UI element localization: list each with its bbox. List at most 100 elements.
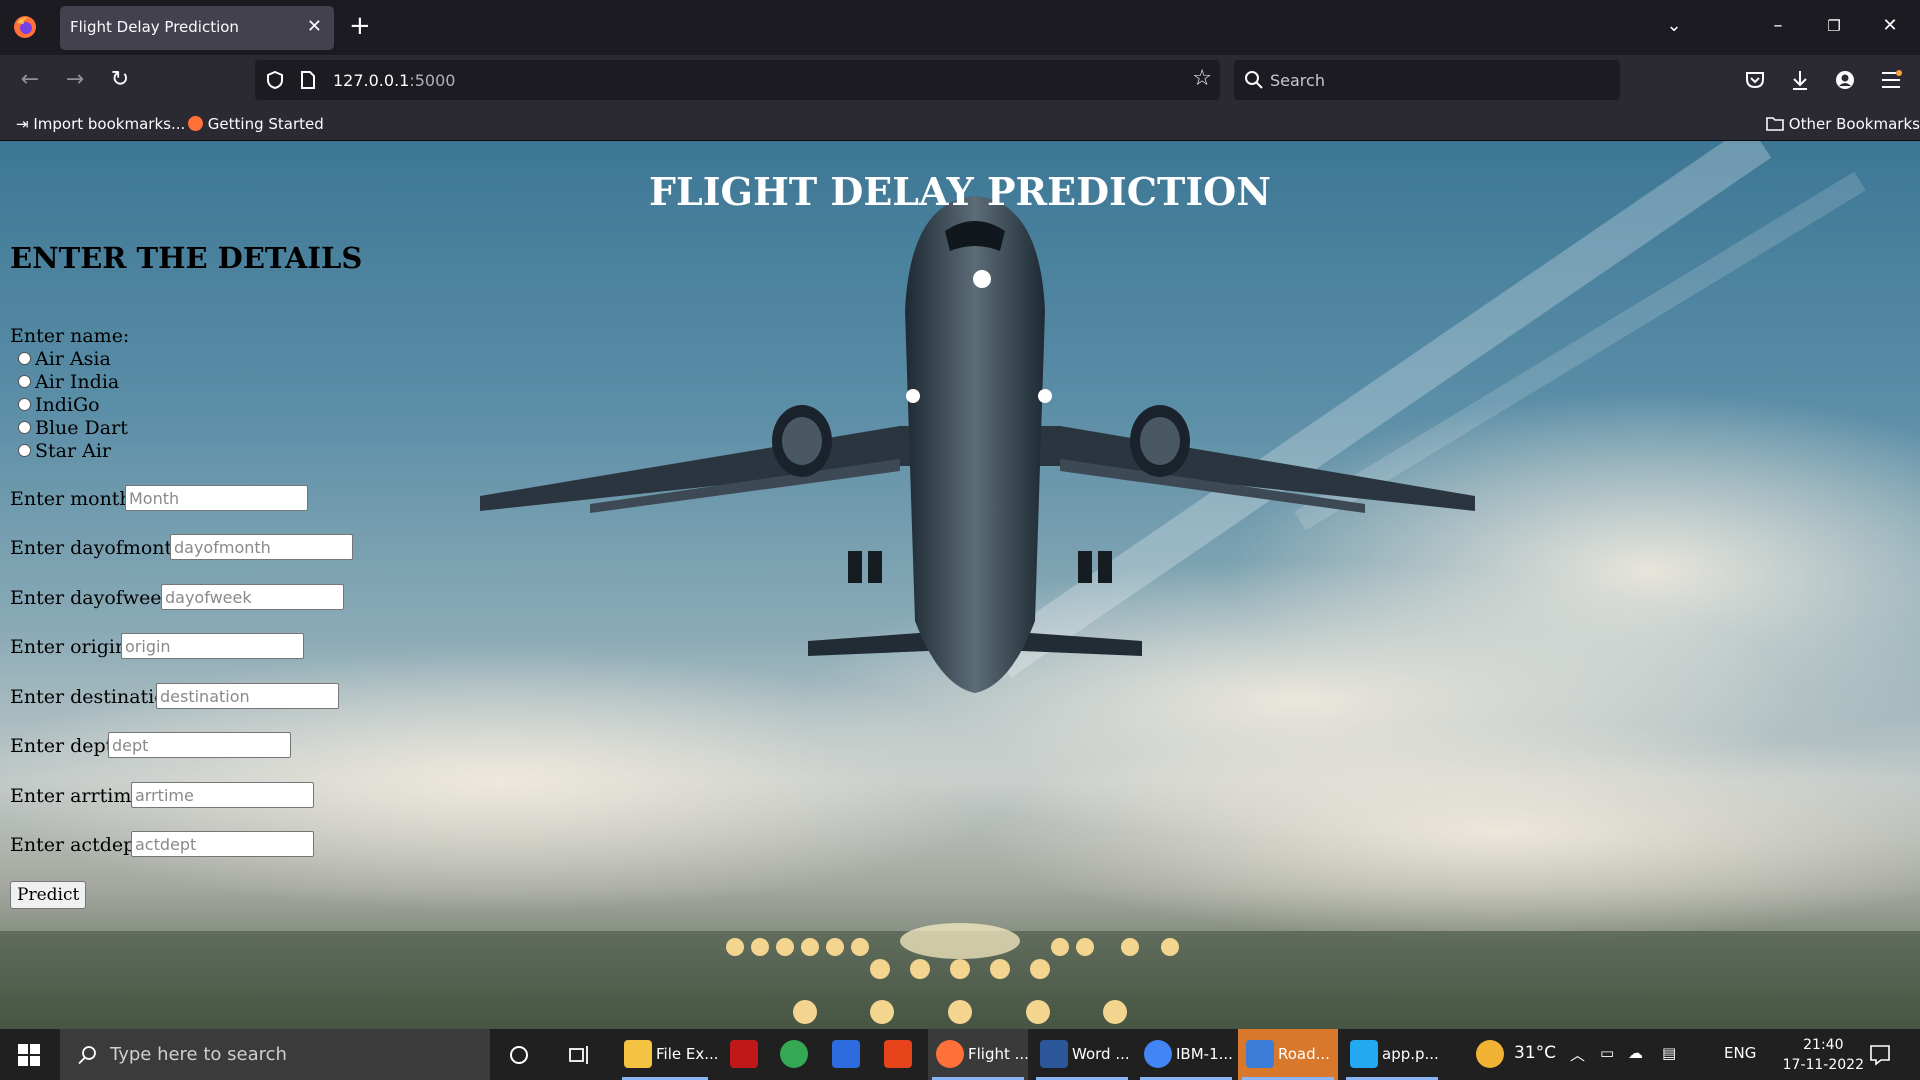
radio-label: Star Air — [35, 440, 111, 462]
tab-flight-delay[interactable]: Flight Delay Prediction ✕ — [60, 6, 334, 50]
taskbar-chrome[interactable]: IBM-1... — [1136, 1029, 1236, 1080]
bookmarks-toolbar: ⇥ Import bookmarks... Getting Started Ot… — [0, 107, 1920, 141]
dayofweek-input[interactable] — [161, 584, 344, 610]
notification-icon[interactable] — [1868, 1043, 1892, 1067]
windows-start-icon[interactable] — [18, 1044, 40, 1066]
shield-icon[interactable] — [265, 70, 285, 90]
form-heading: ENTER THE DETAILS — [10, 241, 363, 275]
radio-air-india[interactable]: Air India — [18, 371, 119, 394]
destination-input[interactable] — [156, 683, 339, 709]
task-view-icon[interactable] — [568, 1044, 592, 1066]
taskbar-word[interactable]: Word ... — [1032, 1029, 1132, 1080]
windows-taskbar: Type here to search File Ex... Flight ..… — [0, 1029, 1920, 1080]
page-title: FLIGHT DELAY PREDICTION — [649, 169, 1271, 214]
month-input[interactable] — [125, 485, 308, 511]
taskbar-search-box[interactable]: Type here to search — [60, 1029, 490, 1080]
taskbar-app-label: File Ex... — [656, 1045, 719, 1063]
month-label: Enter month : — [10, 488, 145, 510]
chrome-icon — [1144, 1040, 1172, 1068]
bookmark-import-label: Import bookmarks... — [33, 115, 186, 133]
chrome-icon[interactable] — [780, 1040, 808, 1068]
radio-button[interactable] — [18, 420, 31, 434]
radio-star-air[interactable]: Star Air — [18, 440, 111, 463]
snipping-tool-icon[interactable] — [832, 1040, 860, 1068]
name-label: Enter name: — [10, 325, 130, 347]
radio-button[interactable] — [18, 374, 31, 388]
radio-button[interactable] — [18, 397, 31, 411]
page-icon — [301, 71, 315, 89]
dayofweek-label: Enter dayofweek : — [10, 587, 186, 609]
bookmark-getting-started[interactable]: Getting Started — [188, 115, 324, 133]
mcafee-icon[interactable] — [730, 1040, 758, 1068]
cortana-icon[interactable] — [508, 1044, 530, 1066]
minimize-button[interactable]: – — [1758, 14, 1798, 38]
predict-button[interactable]: Predict — [10, 881, 87, 909]
taskbar-app-label: Word ... — [1072, 1045, 1130, 1063]
forward-icon[interactable]: → — [60, 67, 90, 93]
url-text[interactable]: 127.0.0.1:5000 — [333, 71, 455, 90]
radio-air-asia[interactable]: Air Asia — [18, 348, 111, 371]
origin-input[interactable] — [121, 633, 304, 659]
battery-icon[interactable]: ▭ — [1600, 1044, 1614, 1062]
arrtime-input[interactable] — [131, 782, 314, 808]
taskbar-app-label: Flight ... — [968, 1045, 1029, 1063]
clock-time: 21:40 — [1803, 1037, 1844, 1053]
radio-label: Air India — [35, 371, 120, 393]
account-icon[interactable] — [1834, 69, 1856, 91]
tab-bar: Flight Delay Prediction ✕ + ⌄ – ❐ ✕ — [0, 0, 1920, 55]
firefox-icon[interactable] — [12, 14, 38, 40]
taskbar-firefox[interactable]: Flight ... — [928, 1029, 1029, 1080]
radio-button[interactable] — [18, 443, 31, 457]
back-icon[interactable]: ← — [15, 67, 45, 93]
cloud-icon[interactable]: ☁ — [1628, 1044, 1643, 1062]
restore-button[interactable]: ❐ — [1814, 14, 1854, 38]
actdept-input[interactable] — [131, 831, 314, 857]
other-bookmarks[interactable]: Other Bookmarks — [1766, 115, 1920, 133]
star-icon[interactable]: ☆ — [1192, 66, 1212, 91]
bookmark-getting-started-label: Getting Started — [207, 115, 324, 133]
close-window-button[interactable]: ✕ — [1870, 14, 1910, 38]
navigation-toolbar: ← → ↻ 127.0.0.1:5000 ☆ Search — [0, 55, 1920, 107]
network-icon[interactable]: ▤ — [1662, 1044, 1676, 1062]
reload-icon[interactable]: ↻ — [105, 67, 135, 93]
radio-indigo[interactable]: IndiGo — [18, 394, 100, 417]
clock[interactable]: 21:40 17-11-2022 — [1783, 1035, 1864, 1075]
import-icon: ⇥ — [16, 115, 29, 133]
url-bar[interactable]: 127.0.0.1:5000 ☆ — [255, 60, 1220, 100]
dept-input[interactable] — [108, 732, 291, 758]
new-tab-button[interactable]: + — [349, 11, 371, 41]
download-icon[interactable] — [1789, 68, 1811, 92]
url-port: :5000 — [409, 71, 456, 90]
taskbar-search-placeholder: Type here to search — [110, 1044, 287, 1065]
language-indicator[interactable]: ENG — [1724, 1044, 1756, 1062]
firefox-icon — [936, 1040, 964, 1068]
taskbar-app-label: Road... — [1278, 1045, 1330, 1063]
clock-date: 17-11-2022 — [1782, 1057, 1864, 1073]
tab-list-icon[interactable]: ⌄ — [1654, 14, 1694, 38]
taskbar-app-label: IBM-1... — [1176, 1045, 1233, 1063]
other-bookmarks-label: Other Bookmarks — [1788, 115, 1920, 133]
menu-icon[interactable] — [1880, 70, 1902, 90]
firefox-icon — [188, 116, 203, 131]
tab-title: Flight Delay Prediction — [70, 18, 239, 36]
close-icon[interactable]: ✕ — [307, 17, 322, 37]
weather-icon[interactable] — [1476, 1040, 1504, 1068]
word-icon — [1040, 1040, 1068, 1068]
search-icon — [78, 1046, 96, 1065]
temperature[interactable]: 31°C — [1514, 1043, 1556, 1063]
folder-icon — [624, 1040, 652, 1068]
taskbar-photos[interactable]: Road... — [1238, 1029, 1338, 1080]
bookmark-import[interactable]: ⇥ Import bookmarks... — [16, 115, 185, 133]
search-bar[interactable]: Search — [1234, 60, 1620, 100]
photos-icon — [1246, 1040, 1274, 1068]
pocket-icon[interactable] — [1744, 69, 1766, 91]
radio-button[interactable] — [18, 351, 31, 365]
office-icon[interactable] — [884, 1040, 912, 1068]
taskbar-file-explorer[interactable]: File Ex... — [618, 1029, 719, 1080]
radio-blue-dart[interactable]: Blue Dart — [18, 417, 128, 440]
taskbar-vscode[interactable]: app.p... — [1342, 1029, 1442, 1080]
taskbar-app-label: app.p... — [1382, 1045, 1439, 1063]
dayofmonth-input[interactable] — [170, 534, 353, 560]
chevron-up-icon[interactable]: ︿ — [1570, 1044, 1585, 1065]
folder-icon — [1766, 117, 1784, 131]
